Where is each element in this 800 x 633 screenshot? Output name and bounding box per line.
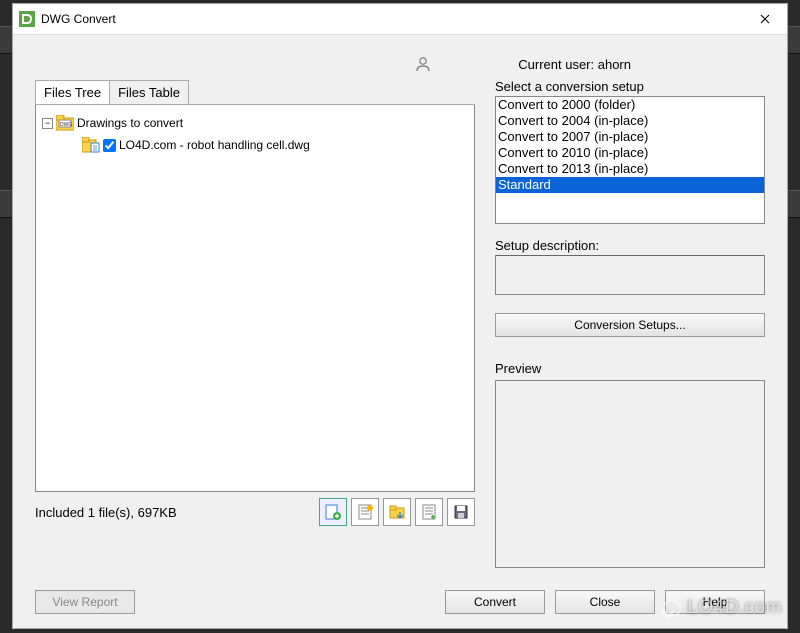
close-button[interactable]: Close: [555, 590, 655, 614]
file-checkbox[interactable]: [103, 139, 116, 152]
window-title: DWG Convert: [41, 12, 742, 26]
titlebar: DWG Convert: [13, 4, 787, 34]
dwg-convert-dialog: DWG Convert Current user: ahorn Files Tr…: [12, 3, 788, 629]
dwg-folder-icon: DWG: [56, 115, 74, 131]
view-report-button[interactable]: View Report: [35, 590, 135, 614]
current-user-label: Current user: ahorn: [518, 57, 631, 72]
add-list-button[interactable]: [415, 498, 443, 526]
setup-item[interactable]: Standard: [496, 177, 764, 193]
setup-section-label: Select a conversion setup: [495, 79, 765, 94]
setup-item[interactable]: Convert to 2004 (in-place): [496, 113, 764, 129]
preview-label: Preview: [495, 361, 765, 376]
setup-description-label: Setup description:: [495, 238, 765, 253]
setup-item[interactable]: Convert to 2010 (in-place): [496, 145, 764, 161]
setup-description-box: [495, 255, 765, 295]
tree-root[interactable]: − DWG Drawings to convert: [42, 115, 468, 131]
close-window-button[interactable]: [742, 4, 787, 34]
save-list-button[interactable]: [447, 498, 475, 526]
tab-files-table[interactable]: Files Table: [110, 80, 189, 104]
files-tree-panel: − DWG Drawings to convert LO4D.com - rob…: [35, 104, 475, 492]
tree-file-label: LO4D.com - robot handling cell.dwg: [119, 138, 310, 152]
svg-text:DWG: DWG: [60, 122, 72, 128]
add-sheet-button[interactable]: [351, 498, 379, 526]
preview-box: [495, 380, 765, 568]
app-icon: [19, 11, 35, 27]
tree-root-label: Drawings to convert: [77, 116, 183, 130]
collapse-toggle-icon[interactable]: −: [42, 118, 53, 129]
included-summary: Included 1 file(s), 697KB: [35, 505, 319, 520]
convert-button[interactable]: Convert: [445, 590, 545, 614]
tab-files-tree[interactable]: Files Tree: [35, 80, 110, 104]
setup-item[interactable]: Convert to 2007 (in-place): [496, 129, 764, 145]
conversion-setup-list[interactable]: Convert to 2000 (folder) Convert to 2004…: [495, 96, 765, 224]
tabs: Files Tree Files Table: [35, 80, 475, 105]
conversion-setups-button[interactable]: Conversion Setups...: [495, 313, 765, 337]
add-file-button[interactable]: [319, 498, 347, 526]
help-button[interactable]: Help: [665, 590, 765, 614]
signin-icon[interactable]: [414, 55, 432, 73]
setup-item[interactable]: Convert to 2013 (in-place): [496, 161, 764, 177]
dwg-file-icon: [82, 137, 100, 153]
add-folder-button[interactable]: [383, 498, 411, 526]
dialog-body: Current user: ahorn Files Tree Files Tab…: [13, 34, 787, 628]
setup-item[interactable]: Convert to 2000 (folder): [496, 97, 764, 113]
tree-file-item[interactable]: LO4D.com - robot handling cell.dwg: [82, 137, 468, 153]
